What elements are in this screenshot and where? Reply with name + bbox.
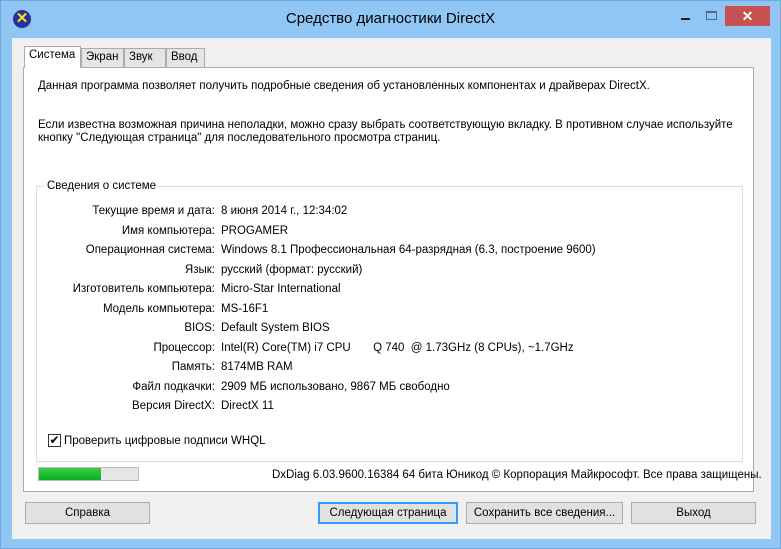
tab-system[interactable]: Система [24, 46, 81, 68]
info-value: Windows 8.1 Профессиональная 64-разрядна… [221, 244, 596, 256]
info-value: MS-16F1 [221, 302, 269, 315]
intro-text: Данная программа позволяет получить подр… [38, 80, 650, 92]
info-label: Версия DirectX: [132, 400, 215, 412]
info-value: DirectX 11 [221, 400, 274, 412]
tab-sound[interactable]: Звук [124, 48, 166, 68]
info-value: 8174MB RAM [221, 361, 293, 373]
info-label: BIOS: [184, 322, 215, 334]
exit-button[interactable]: Выход [631, 502, 756, 524]
help-button[interactable]: Справка [25, 502, 150, 524]
info-value: Default System BIOS [221, 322, 330, 334]
tab-input[interactable]: Ввод [166, 48, 205, 68]
info-label: Операционная система: [85, 244, 215, 256]
info-label: Имя компьютера: [121, 224, 215, 237]
progress-fill [39, 468, 102, 480]
close-button[interactable]: ✕ [725, 6, 770, 26]
info-label: Память: [171, 361, 215, 373]
progress-bar [38, 467, 139, 481]
minimize-button[interactable] [681, 5, 707, 25]
info-value: PROGAMER [221, 224, 289, 237]
info-label: Текущие время и дата: [92, 205, 215, 217]
info-value: Micro-Star International [221, 283, 341, 295]
footer-text: DxDiag 6.03.9600.16384 64 бита Юникод © … [272, 469, 762, 481]
whql-label[interactable]: Проверить цифровые подписи WHQL [64, 435, 266, 447]
maximize-button[interactable] [706, 11, 717, 20]
hint-text-line2: кнопку "Следующая страница" для последов… [38, 132, 441, 144]
whql-checkbox[interactable]: ✔ [48, 434, 61, 447]
info-label: Файл подкачки: [132, 380, 215, 393]
info-label: Процессор: [153, 341, 215, 354]
window-title: Средство диагностики DirectX [285, 10, 496, 27]
info-label: Изготовитель компьютера: [72, 283, 215, 295]
info-value: 2909 МБ использовано, 9867 МБ свободно [221, 380, 450, 393]
info-value: Intel(R) Core(TM) i7 CPU Q 740 @ 1.73GHz… [221, 341, 574, 354]
tab-display[interactable]: Экран [81, 48, 124, 68]
info-label: Модель компьютера: [102, 302, 215, 315]
info-value: русский (формат: русский) [221, 263, 363, 276]
system-info-title: Сведения о системе [44, 180, 160, 192]
info-label: Язык: [184, 263, 215, 276]
save-all-button[interactable]: Сохранить все сведения... [466, 502, 623, 524]
info-value: 8 июня 2014 г., 12:34:02 [221, 205, 348, 217]
next-page-button[interactable]: Следующая страница [318, 502, 458, 524]
hint-text-line1: Если известна возможная причина неполадк… [38, 119, 733, 131]
